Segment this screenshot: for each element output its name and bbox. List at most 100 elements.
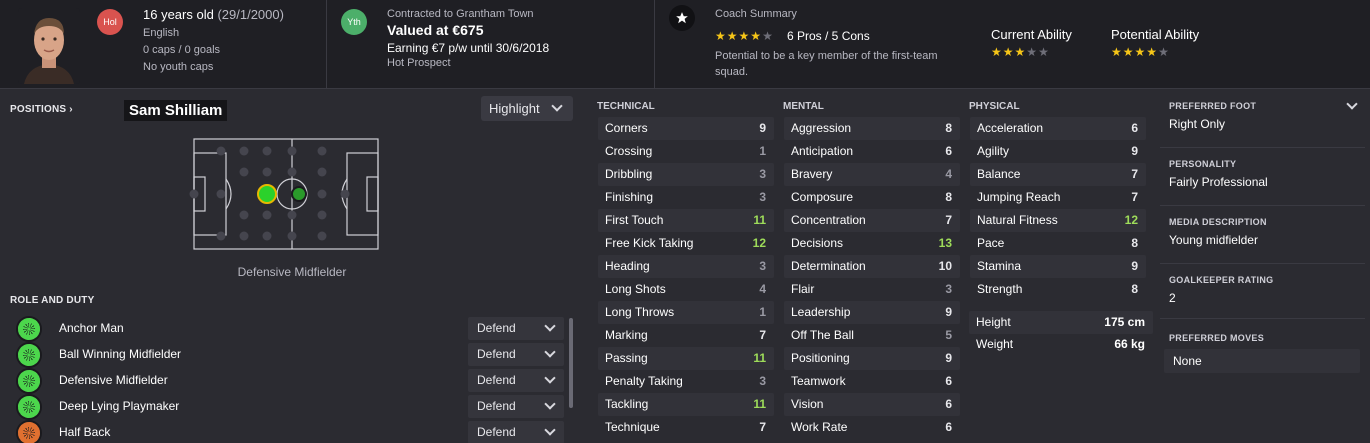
- role-suitability-icon: [18, 396, 40, 418]
- media-description-block: MEDIA DESCRIPTION Young midfielder: [1160, 206, 1365, 264]
- preferred-foot-block: PREFERRED FOOT Right Only: [1160, 92, 1365, 148]
- attribute-row: Free Kick Taking 12: [598, 232, 774, 255]
- attribute-value: 11: [753, 213, 766, 227]
- star-icon: ★: [762, 29, 773, 43]
- attribute-value: 1: [759, 305, 766, 319]
- attribute-name: Stamina: [977, 259, 1022, 273]
- attribute-row: Balance 7: [970, 163, 1146, 186]
- attribute-value: 3: [759, 190, 766, 204]
- coach-note-2: squad.: [715, 66, 749, 78]
- attribute-value: 5: [945, 328, 952, 342]
- role-row[interactable]: Deep Lying Playmaker Defend: [10, 395, 570, 419]
- attribute-value: 12: [752, 236, 766, 250]
- star-icon: ★: [1002, 45, 1014, 59]
- preferred-foot-label: PREFERRED FOOT: [1169, 101, 1257, 111]
- attribute-value: 9: [1131, 144, 1138, 158]
- attribute-name: Dribbling: [605, 167, 653, 181]
- attribute-value: 7: [1131, 190, 1138, 204]
- attribute-value: 6: [945, 144, 952, 158]
- attribute-row: Bravery 4: [784, 163, 960, 186]
- attribute-row: Acceleration 6: [970, 117, 1146, 140]
- valued-at: Valued at €675: [387, 22, 484, 38]
- goalkeeper-rating-value: 2: [1169, 291, 1176, 305]
- role-name: Defensive Midfielder: [59, 373, 168, 387]
- duty-dropdown[interactable]: Defend: [468, 317, 564, 340]
- attribute-name: Jumping Reach: [977, 190, 1061, 204]
- attribute-value: 7: [759, 420, 766, 434]
- attribute-name: Anticipation: [791, 144, 854, 158]
- goalkeeper-rating-block: GOALKEEPER RATING 2: [1160, 264, 1365, 319]
- attribute-row: Strength 8: [970, 278, 1146, 301]
- duty-dropdown[interactable]: Defend: [468, 343, 564, 366]
- role-row[interactable]: Defensive Midfielder Defend: [10, 369, 570, 393]
- attribute-value: 1: [759, 144, 766, 158]
- highlight-dropdown[interactable]: Highlight: [481, 96, 573, 121]
- role-row[interactable]: Anchor Man Defend: [10, 317, 570, 341]
- roles-scrollbar[interactable]: [569, 318, 573, 408]
- attribute-row: Work Rate 6: [784, 416, 960, 439]
- attribute-name: Agility: [977, 144, 1010, 158]
- coach-star-badge: [669, 5, 695, 31]
- preferred-moves-label: PREFERRED MOVES: [1169, 333, 1265, 343]
- attribute-name: Vision: [791, 397, 824, 411]
- attribute-row: Marking 7: [598, 324, 774, 347]
- star-icon: ★: [715, 29, 726, 43]
- chevron-down-icon: [551, 100, 563, 112]
- attribute-name: Teamwork: [791, 374, 846, 388]
- attribute-value: 7: [759, 328, 766, 342]
- duty-dropdown[interactable]: Defend: [468, 395, 564, 418]
- mental-attributes: Aggression 8 Anticipation 6 Bravery 4 Composur…: [784, 117, 960, 439]
- attribute-value: 10: [938, 259, 952, 273]
- attribute-row: Penalty Taking 3: [598, 370, 774, 393]
- role-badge-text: Hol: [103, 17, 117, 27]
- attribute-row: Stamina 9: [970, 255, 1146, 278]
- attribute-value: 9: [945, 351, 952, 365]
- attribute-name: Tackling: [605, 397, 649, 411]
- attribute-value: 6: [945, 420, 952, 434]
- attribute-row: First Touch 11: [598, 209, 774, 232]
- star-icon: [676, 12, 688, 24]
- chevron-down-icon[interactable]: [1346, 98, 1358, 110]
- player-name: Sam Shilliam: [124, 100, 228, 121]
- star-icon: ★: [1111, 45, 1122, 59]
- role-row[interactable]: Half Back Defend: [10, 421, 570, 443]
- duty-dropdown[interactable]: Defend: [468, 369, 564, 392]
- star-icon: ★: [750, 29, 762, 43]
- role-row[interactable]: Ball Winning Midfielder Defend: [10, 343, 570, 367]
- technical-attributes: Corners 9 Crossing 1 Dribbling 3 Finishing 3 Fir…: [598, 117, 774, 439]
- attribute-row: Agility 9: [970, 140, 1146, 163]
- positions-link[interactable]: POSITIONS ›: [10, 104, 73, 115]
- attribute-row: Long Shots 4: [598, 278, 774, 301]
- secondary-position-marker: [291, 186, 307, 202]
- attribute-name: Penalty Taking: [605, 374, 683, 388]
- duty-dropdown[interactable]: Defend: [468, 421, 564, 443]
- attribute-name: Work Rate: [791, 420, 848, 434]
- attribute-name: First Touch: [605, 213, 664, 227]
- header-divider: [654, 0, 655, 89]
- attribute-name: Crossing: [605, 144, 653, 158]
- attribute-name: Balance: [977, 167, 1021, 181]
- attribute-name: Decisions: [791, 236, 844, 250]
- attribute-row: Jumping Reach 7: [970, 186, 1146, 209]
- star-icon: ★: [1146, 45, 1158, 59]
- attribute-row: Leadership 9: [784, 301, 960, 324]
- potential-ability-stars: ★ ★ ★ ★ ★: [1111, 46, 1169, 58]
- nationality: English: [143, 27, 180, 39]
- position-caption: Defensive Midfielder: [237, 265, 347, 279]
- preferred-moves-row: None: [1164, 349, 1360, 373]
- star-icon: ★: [1122, 45, 1134, 59]
- attribute-value: 6: [945, 374, 952, 388]
- attribute-name: Off The Ball: [791, 328, 854, 342]
- attribute-row: Crossing 1: [598, 140, 774, 163]
- attribute-value: 3: [759, 167, 766, 181]
- attribute-name: Aggression: [791, 121, 852, 135]
- height-label: Height: [976, 315, 1011, 329]
- attribute-name: Natural Fitness: [977, 213, 1058, 227]
- physical-attributes: Acceleration 6 Agility 9 Balance 7 Jumping Rea…: [970, 117, 1146, 301]
- player-header: Hol 16 years old (29/1/2000) English 0 c…: [0, 0, 1370, 89]
- attribute-name: Corners: [605, 121, 648, 135]
- chevron-down-icon: [544, 372, 556, 384]
- attribute-value: 3: [759, 259, 766, 273]
- attribute-value: 11: [753, 397, 766, 411]
- attribute-row: Concentration 7: [784, 209, 960, 232]
